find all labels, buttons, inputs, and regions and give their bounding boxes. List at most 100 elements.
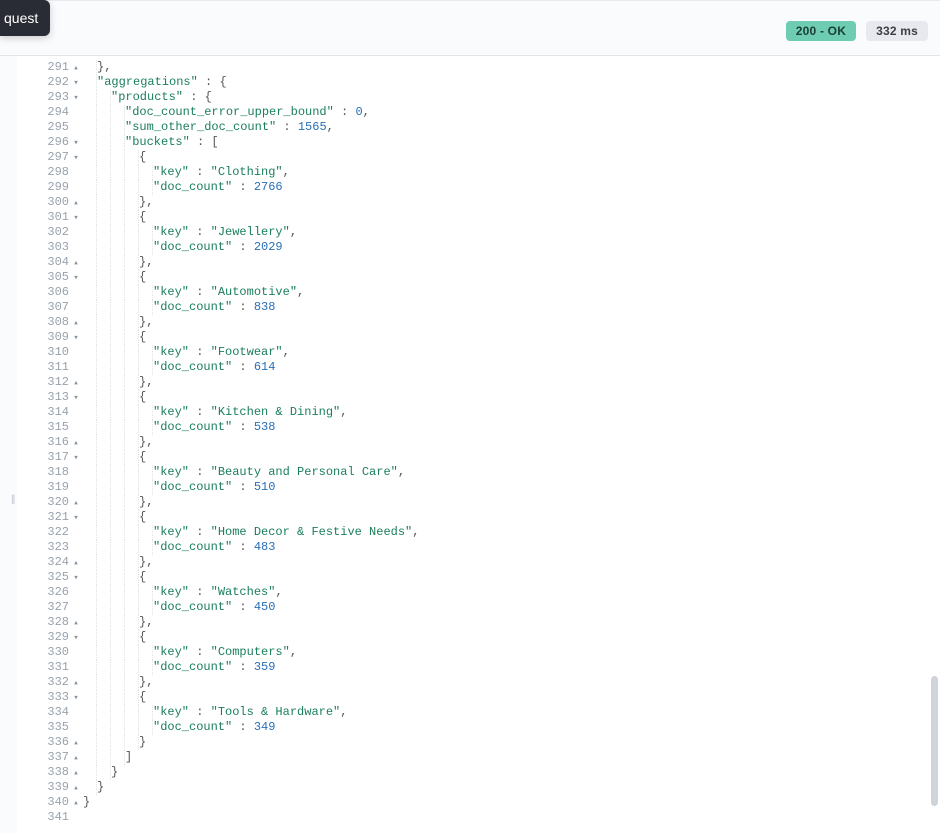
code-line[interactable]: { — [83, 570, 922, 585]
line-number: 330 — [17, 645, 83, 660]
fold-expand-icon[interactable]: ▴ — [71, 736, 81, 751]
scrollbar-thumb[interactable] — [931, 676, 938, 806]
code-line[interactable]: "products" : { — [83, 90, 922, 105]
code-line[interactable]: { — [83, 390, 922, 405]
line-number: 314 — [17, 405, 83, 420]
fold-collapse-icon[interactable]: ▾ — [71, 391, 81, 406]
code-line[interactable]: "doc_count" : 2029 — [83, 240, 922, 255]
fold-collapse-icon[interactable]: ▾ — [71, 511, 81, 526]
json-punctuation: : — [232, 480, 254, 494]
json-number: 1565 — [298, 120, 327, 134]
code-line[interactable]: "key" : "Home Decor & Festive Needs", — [83, 525, 922, 540]
fold-expand-icon[interactable]: ▴ — [71, 256, 81, 271]
code-line[interactable]: "sum_other_doc_count" : 1565, — [83, 120, 922, 135]
code-line[interactable]: { — [83, 690, 922, 705]
code-line[interactable]: "doc_count" : 838 — [83, 300, 922, 315]
code-line[interactable]: }, — [83, 495, 922, 510]
code-line[interactable]: { — [83, 270, 922, 285]
fold-expand-icon[interactable]: ▴ — [71, 796, 81, 811]
code-line[interactable]: }, — [83, 60, 922, 75]
code-line[interactable]: "key" : "Tools & Hardware", — [83, 705, 922, 720]
code-line[interactable]: { — [83, 150, 922, 165]
fold-collapse-icon[interactable]: ▾ — [71, 571, 81, 586]
code-line[interactable]: "key" : "Computers", — [83, 645, 922, 660]
panel-resize-strip[interactable]: || — [0, 56, 17, 833]
code-line[interactable]: } — [83, 765, 922, 780]
code-line[interactable]: }, — [83, 615, 922, 630]
code-line[interactable]: "doc_count" : 538 — [83, 420, 922, 435]
fold-collapse-icon[interactable]: ▾ — [71, 76, 81, 91]
fold-expand-icon[interactable]: ▴ — [71, 316, 81, 331]
fold-expand-icon[interactable]: ▴ — [71, 196, 81, 211]
code-area[interactable]: },"aggregations" : {"products" : {"doc_c… — [83, 56, 922, 833]
code-line[interactable]: { — [83, 630, 922, 645]
code-line[interactable]: "doc_count_error_upper_bound" : 0, — [83, 105, 922, 120]
line-number: 338▴ — [17, 765, 83, 780]
code-line[interactable]: "key" : "Automotive", — [83, 285, 922, 300]
code-line[interactable]: "aggregations" : { — [83, 75, 922, 90]
fold-expand-icon[interactable]: ▴ — [71, 751, 81, 766]
json-punctuation: { — [139, 450, 146, 464]
code-line[interactable]: { — [83, 450, 922, 465]
code-line[interactable]: "doc_count" : 2766 — [83, 180, 922, 195]
fold-collapse-icon[interactable]: ▾ — [71, 691, 81, 706]
fold-collapse-icon[interactable]: ▾ — [71, 151, 81, 166]
line-number: 334 — [17, 705, 83, 720]
code-line[interactable]: "doc_count" : 483 — [83, 540, 922, 555]
code-line[interactable]: "doc_count" : 349 — [83, 720, 922, 735]
code-line[interactable]: "key" : "Jewellery", — [83, 225, 922, 240]
fold-collapse-icon[interactable]: ▾ — [71, 631, 81, 646]
fold-collapse-icon[interactable]: ▾ — [71, 211, 81, 226]
json-punctuation: ] — [125, 750, 132, 764]
code-line[interactable]: }, — [83, 315, 922, 330]
code-line[interactable]: } — [83, 780, 922, 795]
code-line[interactable]: { — [83, 330, 922, 345]
line-number: 335 — [17, 720, 83, 735]
code-line[interactable]: "doc_count" : 614 — [83, 360, 922, 375]
code-line[interactable]: }, — [83, 555, 922, 570]
code-line[interactable]: }, — [83, 435, 922, 450]
code-line[interactable]: "key" : "Clothing", — [83, 165, 922, 180]
line-number: 319 — [17, 480, 83, 495]
code-line[interactable]: "doc_count" : 450 — [83, 600, 922, 615]
fold-expand-icon[interactable]: ▴ — [71, 496, 81, 511]
code-line[interactable]: }, — [83, 375, 922, 390]
fold-expand-icon[interactable]: ▴ — [71, 436, 81, 451]
code-line[interactable]: ] — [83, 750, 922, 765]
fold-collapse-icon[interactable]: ▾ — [71, 136, 81, 151]
fold-expand-icon[interactable]: ▴ — [71, 781, 81, 796]
code-line[interactable]: "key" : "Kitchen & Dining", — [83, 405, 922, 420]
code-line[interactable]: { — [83, 510, 922, 525]
code-line[interactable] — [83, 810, 922, 825]
line-gutter[interactable]: 291▴292▾293▾294295296▾297▾298299300▴301▾… — [17, 56, 83, 833]
fold-expand-icon[interactable]: ▴ — [71, 556, 81, 571]
code-line[interactable]: "key" : "Beauty and Personal Care", — [83, 465, 922, 480]
code-line[interactable]: "key" : "Watches", — [83, 585, 922, 600]
code-line[interactable]: { — [83, 210, 922, 225]
line-number: 307 — [17, 300, 83, 315]
code-line[interactable]: "doc_count" : 510 — [83, 480, 922, 495]
fold-expand-icon[interactable]: ▴ — [71, 376, 81, 391]
vertical-scrollbar[interactable] — [926, 56, 940, 833]
json-string: "aggregations" — [97, 75, 198, 89]
code-line[interactable]: }, — [83, 255, 922, 270]
request-button[interactable]: quest — [0, 0, 50, 36]
code-line[interactable]: }, — [83, 195, 922, 210]
request-button-label: quest — [4, 10, 38, 26]
code-line[interactable]: "doc_count" : 359 — [83, 660, 922, 675]
code-line[interactable]: }, — [83, 675, 922, 690]
json-punctuation: : — [189, 645, 211, 659]
fold-expand-icon[interactable]: ▴ — [71, 61, 81, 76]
fold-collapse-icon[interactable]: ▾ — [71, 91, 81, 106]
code-line[interactable]: "buckets" : [ — [83, 135, 922, 150]
fold-expand-icon[interactable]: ▴ — [71, 676, 81, 691]
code-line[interactable]: "key" : "Footwear", — [83, 345, 922, 360]
fold-collapse-icon[interactable]: ▾ — [71, 451, 81, 466]
fold-collapse-icon[interactable]: ▾ — [71, 331, 81, 346]
response-editor[interactable]: 291▴292▾293▾294295296▾297▾298299300▴301▾… — [17, 56, 940, 833]
fold-expand-icon[interactable]: ▴ — [71, 766, 81, 781]
code-line[interactable]: } — [83, 735, 922, 750]
fold-expand-icon[interactable]: ▴ — [71, 616, 81, 631]
fold-collapse-icon[interactable]: ▾ — [71, 271, 81, 286]
code-line[interactable]: } — [83, 795, 922, 810]
